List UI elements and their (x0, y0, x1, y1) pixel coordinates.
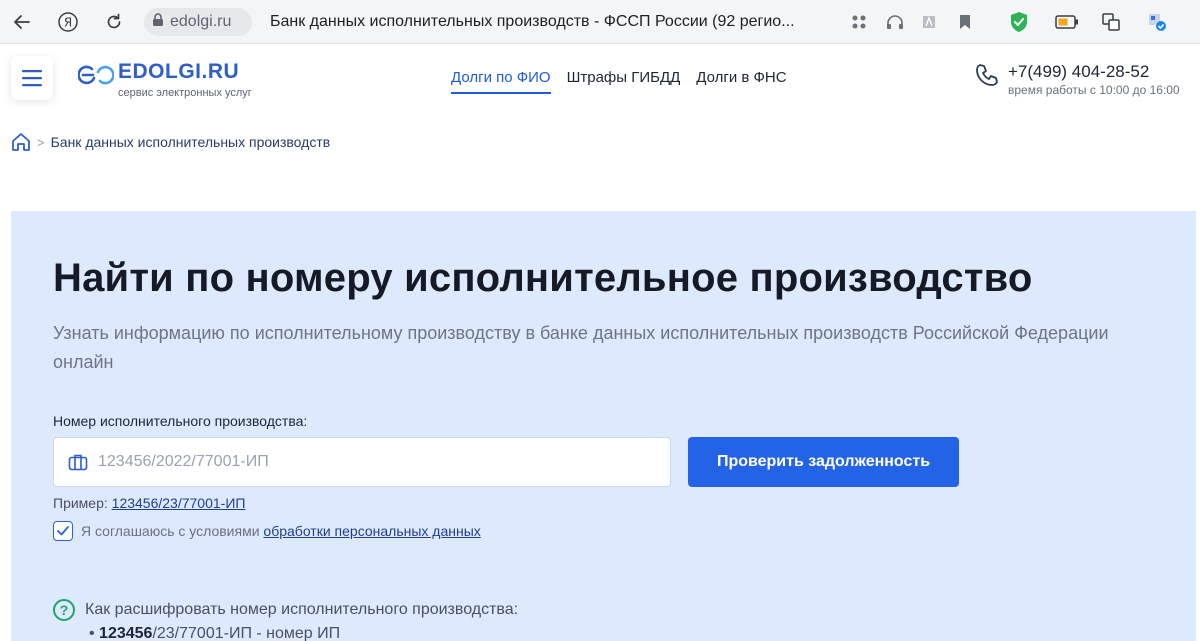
consent-row: Я соглашаюсь с условиями обработки персо… (53, 521, 481, 541)
example-link[interactable]: 123456/23/77001-ИП (112, 495, 246, 511)
profile-sync-icon[interactable] (1144, 9, 1170, 35)
nav-tax-debts[interactable]: Долги в ФНС (696, 69, 786, 94)
breadcrumb: > Банк данных исполнительных производств (11, 132, 330, 152)
logo-name: EDOLGI.RU (118, 60, 240, 83)
phone-icon (976, 64, 998, 86)
home-icon[interactable] (11, 132, 31, 152)
svg-text:Я: Я (64, 16, 72, 30)
reader-icon[interactable] (916, 9, 942, 35)
chevron-right-icon: > (37, 134, 45, 150)
faq-item-bold: 123456 (99, 625, 153, 641)
headphones-icon[interactable] (882, 9, 908, 35)
faq-question-text: Как расшифровать номер исполнительного п… (85, 601, 519, 618)
nav-debts-by-name[interactable]: Долги по ФИО (451, 69, 551, 94)
address-url: edolgi.ru (170, 13, 232, 30)
battery-icon[interactable] (1054, 9, 1080, 35)
breadcrumb-current: Банк данных исполнительных производств (50, 134, 331, 150)
lock-icon (152, 12, 164, 32)
checkmark-icon (57, 526, 69, 536)
back-arrow-icon[interactable] (8, 8, 36, 36)
nav-traffic-fines[interactable]: Штрафы ГИБДД (567, 69, 681, 94)
search-hero: Найти по номеру исполнительное производс… (11, 211, 1196, 641)
bookmark-icon[interactable] (952, 9, 978, 35)
consent-prefix: Я соглашаюсь с условиями (81, 523, 260, 539)
page-title: Найти по номеру исполнительное производс… (53, 256, 1033, 300)
apps-grid-icon[interactable] (846, 9, 872, 35)
browser-toolbar: Я edolgi.ru Банк данных исполнительных п… (0, 0, 1200, 44)
shield-check-icon[interactable] (1006, 9, 1032, 35)
page-subtitle: Узнать информацию по исполнительному про… (53, 323, 1109, 372)
check-debt-button[interactable]: Проверить задолженность (688, 437, 959, 487)
example-line: Пример: 123456/23/77001-ИП (53, 495, 245, 511)
translate-icon[interactable] (1098, 9, 1124, 35)
faq-item-rest: /23/77001-ИП - номер ИП (152, 625, 341, 641)
personal-data-link[interactable]: обработки персональных данных (263, 523, 480, 539)
faq-list-item: • 123456/23/77001-ИП - номер ИП (89, 625, 341, 641)
consent-checkbox[interactable] (53, 521, 73, 541)
yandex-icon[interactable]: Я (54, 8, 82, 36)
main-nav: Долги по ФИО Штрафы ГИБДД Долги в ФНС (451, 69, 787, 94)
faq-question[interactable]: ? Как расшифровать номер исполнительного… (53, 599, 518, 621)
page-tab-title: Банк данных исполнительных производств -… (270, 13, 795, 30)
reload-icon[interactable] (100, 8, 128, 36)
case-number-field[interactable] (53, 437, 671, 487)
hamburger-menu-button[interactable] (11, 56, 53, 100)
logo-tagline: сервис электронных услуг (118, 87, 252, 99)
working-hours: время работы с 10:00 до 16:00 (1008, 83, 1180, 97)
example-prefix: Пример: (53, 495, 108, 511)
consent-text: Я соглашаюсь с условиями обработки персо… (81, 523, 481, 539)
logo-mark-icon (78, 65, 114, 85)
case-number-input[interactable] (98, 453, 658, 471)
site-logo[interactable]: EDOLGI.RU сервис электронных услуг (78, 60, 252, 100)
phone-number[interactable]: +7(499) 404-28-52 (1008, 62, 1149, 82)
hamburger-icon (22, 70, 42, 87)
address-bar[interactable]: edolgi.ru (144, 8, 252, 36)
case-number-label: Номер исполнительного производства: (53, 413, 308, 429)
briefcase-icon (68, 454, 88, 471)
question-mark-icon: ? (53, 599, 75, 621)
